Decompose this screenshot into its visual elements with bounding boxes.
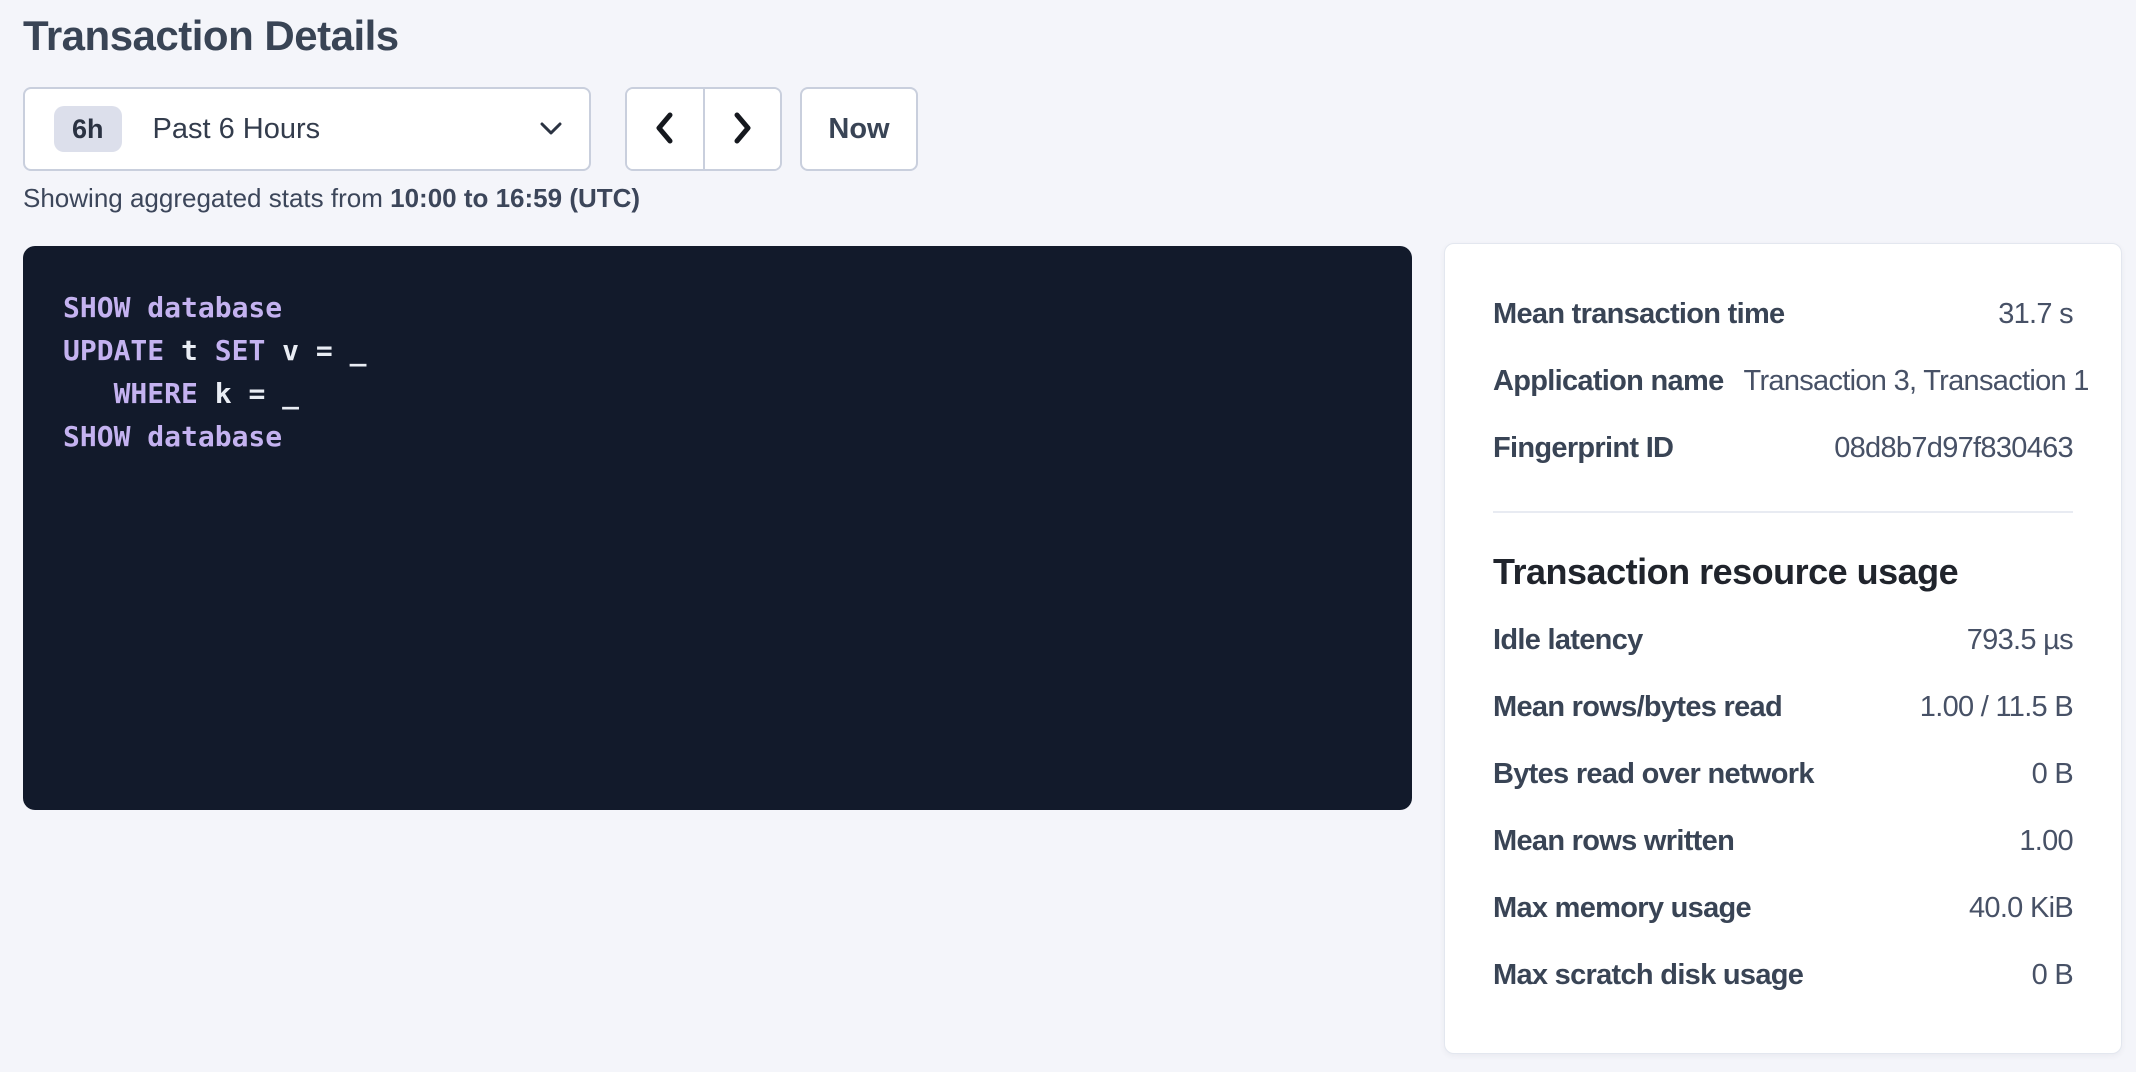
sql-token-keyword: WHERE bbox=[114, 377, 198, 410]
sql-token-plain bbox=[63, 377, 114, 410]
stat-value: 1.00 bbox=[2019, 823, 2073, 859]
sql-code-line: SHOW database bbox=[63, 286, 1382, 329]
aggregated-stats-note: Showing aggregated stats from 10:00 to 1… bbox=[23, 181, 640, 215]
stat-value: 31.7 s bbox=[1998, 296, 2073, 332]
resource-usage-heading: Transaction resource usage bbox=[1493, 550, 2073, 594]
sql-token-keyword: SHOW database bbox=[63, 420, 282, 453]
sql-code-line: UPDATE t SET v = _ bbox=[63, 329, 1382, 372]
sql-token-plain: k = _ bbox=[198, 377, 299, 410]
time-picker-controls: 6h Past 6 Hours Now bbox=[23, 87, 918, 171]
chevron-right-icon bbox=[727, 110, 757, 149]
stat-label: Idle latency bbox=[1493, 622, 1643, 658]
sql-token-plain: t bbox=[164, 334, 215, 367]
stat-row: Application nameTransaction 3, Transacti… bbox=[1493, 363, 2073, 399]
card-divider bbox=[1493, 511, 2073, 513]
page-title: Transaction Details bbox=[23, 8, 399, 64]
sql-token-keyword: UPDATE bbox=[63, 334, 164, 367]
stat-label: Max memory usage bbox=[1493, 890, 1751, 926]
stat-row: Fingerprint ID 08d8b7d97f830463 bbox=[1493, 430, 2073, 466]
stat-label: Mean transaction time bbox=[1493, 296, 1785, 332]
stat-row: Mean transaction time 31.7 s bbox=[1493, 296, 2073, 332]
time-range-dropdown[interactable]: 6h Past 6 Hours bbox=[23, 87, 591, 171]
sql-token-keyword: SHOW database bbox=[63, 291, 282, 324]
sql-code-line: SHOW database bbox=[63, 415, 1382, 458]
chevron-left-icon bbox=[650, 110, 680, 149]
previous-interval-button[interactable] bbox=[627, 89, 705, 169]
stat-row: Mean rows/bytes read 1.00 / 11.5 B bbox=[1493, 689, 2073, 725]
sql-statement-lines: SHOW database UPDATE t SET v = _ WHERE k … bbox=[63, 286, 1382, 458]
stat-label: Mean rows/bytes read bbox=[1493, 689, 1782, 725]
time-shortcut-badge: 6h bbox=[54, 106, 122, 152]
stat-label: Bytes read over network bbox=[1493, 756, 1814, 792]
time-range-label: Past 6 Hours bbox=[153, 113, 321, 146]
sql-statement-box: SHOW database UPDATE t SET v = _ WHERE k … bbox=[23, 246, 1412, 810]
stat-row: Max scratch disk usage 0 B bbox=[1493, 957, 2073, 993]
stat-row: Bytes read over network 0 B bbox=[1493, 756, 2073, 792]
stat-label: Fingerprint ID bbox=[1493, 430, 1673, 466]
stat-value: 0 B bbox=[2032, 756, 2073, 792]
stat-value: 793.5 µs bbox=[1967, 622, 2073, 658]
note-prefix: Showing aggregated stats from bbox=[23, 183, 390, 213]
stat-value: 40.0 KiB bbox=[1969, 890, 2073, 926]
stat-label: Application name bbox=[1493, 363, 1724, 399]
note-time-range: 10:00 to 16:59 (UTC) bbox=[390, 183, 640, 213]
resource-usage-stats: Idle latency 793.5 µs Mean rows/bytes read… bbox=[1493, 622, 2073, 993]
transaction-details-card: Mean transaction time 31.7 s Application n… bbox=[1444, 243, 2122, 1054]
stat-row: Mean rows written 1.00 bbox=[1493, 823, 2073, 859]
now-button[interactable]: Now bbox=[800, 87, 918, 171]
chevron-down-icon bbox=[539, 121, 563, 137]
stat-value: 08d8b7d97f830463 bbox=[1834, 430, 2073, 466]
stat-label: Max scratch disk usage bbox=[1493, 957, 1803, 993]
stat-value: 0 B bbox=[2032, 957, 2073, 993]
sql-token-plain: v = _ bbox=[265, 334, 366, 367]
stat-value: 1.00 / 11.5 B bbox=[1920, 689, 2073, 725]
stat-row: Idle latency 793.5 µs bbox=[1493, 622, 2073, 658]
stat-value: Transaction 3, Transaction 1 bbox=[1744, 363, 2089, 399]
summary-stats: Mean transaction time 31.7 s Application n… bbox=[1493, 296, 2073, 466]
sql-token-keyword: SET bbox=[215, 334, 266, 367]
sql-code-line: WHERE k = _ bbox=[63, 372, 1382, 415]
next-interval-button[interactable] bbox=[705, 89, 781, 169]
stat-label: Mean rows written bbox=[1493, 823, 1734, 859]
time-pager bbox=[625, 87, 782, 171]
stat-row: Max memory usage 40.0 KiB bbox=[1493, 890, 2073, 926]
